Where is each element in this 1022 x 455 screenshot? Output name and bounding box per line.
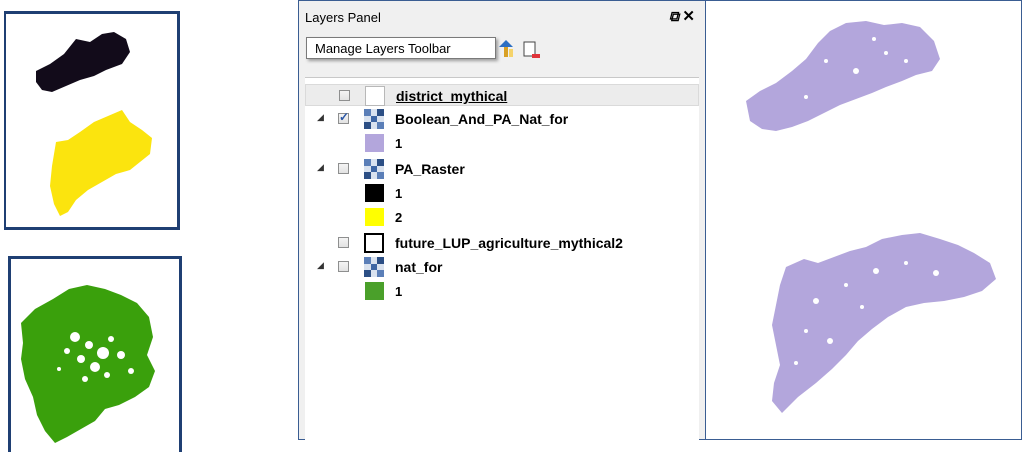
legend-swatch — [365, 208, 384, 226]
close-panel-icon[interactable]: ✕ — [682, 7, 695, 25]
layer-name: district_mythical — [396, 88, 508, 104]
layers-panel: Layers Panel ⧉ ✕ Manage Layers Toolbar d… — [298, 0, 706, 440]
boolean-result-map — [746, 21, 996, 413]
layer-visibility-checkbox[interactable] — [338, 261, 349, 272]
float-panel-icon[interactable]: ⧉ — [669, 8, 679, 25]
layer-row-nat-for[interactable]: ◢ nat_for — [305, 256, 699, 278]
layer-row-district-mythical[interactable]: district_mythical — [305, 84, 699, 106]
layer-name: Boolean_And_PA_Nat_for — [395, 111, 569, 127]
legend-swatch — [365, 134, 384, 152]
forest-region — [21, 285, 155, 443]
legend-item: 1 — [305, 132, 699, 154]
vector-layer-icon — [364, 233, 384, 253]
pa-raster-map-image — [36, 32, 152, 216]
nat-for-thumbnail — [8, 256, 182, 452]
legend-item: 1 — [305, 182, 699, 204]
raster-layer-icon — [364, 257, 384, 277]
layer-visibility-checkbox[interactable] — [338, 163, 349, 174]
vector-layer-icon — [365, 86, 385, 106]
raster-layer-icon — [364, 109, 384, 129]
pa-black-region — [36, 32, 130, 92]
legend-item: 1 — [305, 280, 699, 302]
layer-name: nat_for — [395, 259, 443, 275]
layer-visibility-checkbox[interactable] — [338, 110, 349, 124]
panel-titlebar[interactable]: Layers Panel ⧉ ✕ — [299, 1, 705, 33]
toolbar-tooltip: Manage Layers Toolbar — [306, 37, 496, 59]
legend-swatch — [365, 184, 384, 202]
result-region-bottom — [772, 233, 996, 413]
nat-for-map-image — [21, 285, 155, 443]
move-layer-up-icon[interactable] — [497, 39, 515, 59]
layer-visibility-checkbox[interactable] — [339, 90, 350, 101]
panel-title: Layers Panel — [305, 10, 381, 25]
layer-name: PA_Raster — [395, 161, 465, 177]
legend-label: 2 — [395, 210, 403, 225]
layer-tree: district_mythical ◢ Boolean_And_PA_Nat_f… — [305, 77, 699, 440]
legend-item: 2 — [305, 206, 699, 228]
legend-label: 1 — [395, 136, 403, 151]
pa-raster-thumbnail — [4, 11, 180, 230]
result-region-top — [746, 21, 940, 131]
legend-label: 1 — [395, 186, 403, 201]
expand-arrow-icon[interactable]: ◢ — [317, 112, 324, 123]
layer-visibility-checkbox[interactable] — [338, 237, 349, 248]
expand-arrow-icon[interactable]: ◢ — [317, 162, 324, 173]
layer-row-boolean-and-pa-nat-for[interactable]: ◢ Boolean_And_PA_Nat_for — [305, 108, 699, 130]
layer-row-pa-raster[interactable]: ◢ PA_Raster — [305, 158, 699, 180]
legend-label: 1 — [395, 284, 403, 299]
legend-swatch — [365, 282, 384, 300]
layer-name: future_LUP_agriculture_mythical2 — [395, 235, 623, 251]
raster-layer-icon — [364, 159, 384, 179]
pa-yellow-region — [50, 110, 152, 216]
remove-layer-icon[interactable] — [523, 41, 541, 61]
map-canvas[interactable] — [706, 0, 1022, 440]
expand-arrow-icon[interactable]: ◢ — [317, 260, 324, 271]
layer-row-future-lup-agriculture-mythical2[interactable]: future_LUP_agriculture_mythical2 — [305, 232, 699, 254]
